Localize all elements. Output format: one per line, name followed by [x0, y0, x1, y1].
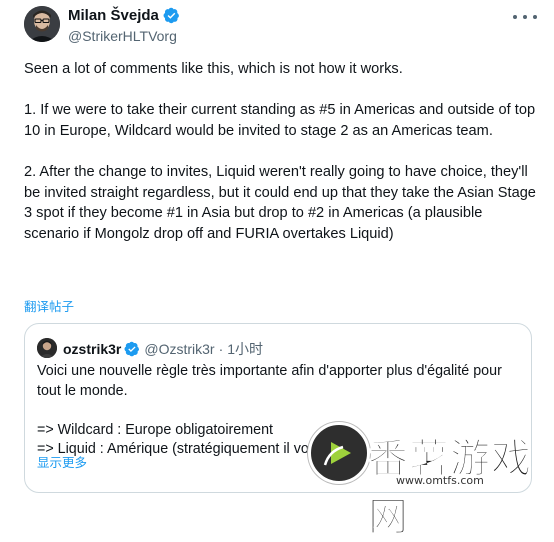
tweet: Milan Švejda @StrikerHLTVorg Seen a lot …	[0, 0, 554, 541]
ellipsis-icon-dot	[533, 15, 537, 19]
quoted-author-avatar[interactable]	[37, 338, 57, 358]
quoted-author-name[interactable]: ozstrik3r	[63, 341, 121, 357]
verified-badge-icon	[124, 341, 140, 357]
author-avatar[interactable]	[24, 6, 60, 42]
author-handle[interactable]: @StrikerHLTVorg	[68, 28, 177, 44]
show-more-link[interactable]: 显示更多	[37, 452, 87, 471]
watermark-url: www.omtfs.com	[396, 474, 484, 487]
ellipsis-icon-dot	[523, 15, 527, 19]
play-leaf-icon	[314, 428, 364, 478]
separator-dot: ·	[218, 341, 224, 357]
verified-badge-icon	[163, 7, 179, 24]
ellipsis-icon-dot	[513, 15, 517, 19]
tweet-paragraph: 1. If we were to take their current stan…	[24, 102, 536, 139]
watermark-logo-icon	[308, 422, 370, 484]
more-options-button[interactable]	[513, 8, 537, 26]
tweet-paragraph: 2. After the change to invites, Liquid w…	[24, 163, 536, 242]
author-name-row: Milan Švejda	[68, 7, 180, 24]
quoted-author-handle[interactable]: @Ozstrik3r	[144, 341, 214, 357]
tweet-paragraph: Seen a lot of comments like this, which …	[24, 61, 403, 77]
quoted-header: ozstrik3r @Ozstrik3r · 1小时	[63, 339, 263, 359]
site-watermark: 番薯游戏网 www.omtfs.com	[300, 412, 554, 541]
tweet-body: Seen a lot of comments like this, which …	[24, 59, 536, 244]
author-name[interactable]: Milan Švejda	[68, 7, 159, 24]
quoted-avatar-icon	[37, 338, 57, 358]
translate-post-link[interactable]: 翻译帖子	[24, 296, 74, 315]
person-photo-icon	[24, 6, 60, 42]
quoted-timestamp[interactable]: 1小时	[227, 339, 263, 359]
quoted-paragraph: Voici une nouvelle règle très importante…	[37, 363, 502, 399]
